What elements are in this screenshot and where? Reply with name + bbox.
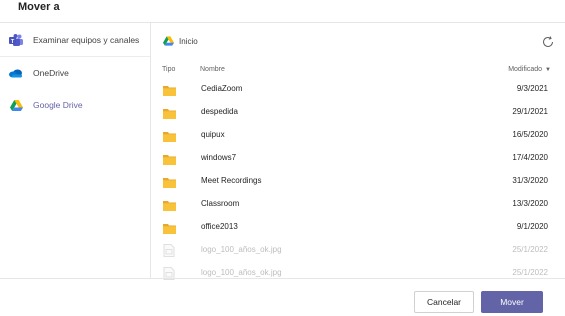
table-row[interactable]: windows7 17/4/2020: [152, 148, 565, 171]
column-header-modificado[interactable]: Modificado ▼: [508, 66, 551, 73]
column-header-tipo: Tipo: [162, 66, 176, 73]
folder-icon: [163, 129, 177, 142]
row-modified: 13/3/2020: [512, 199, 548, 208]
row-name: windows7: [201, 153, 237, 162]
folder-icon: [163, 175, 177, 188]
row-name: Classroom: [201, 199, 240, 208]
row-name: CediaZoom: [201, 84, 243, 93]
row-modified: 31/3/2020: [512, 176, 548, 185]
sidebar-item-google-drive[interactable]: Google Drive: [0, 89, 150, 121]
table-row[interactable]: office2013 9/1/2020: [152, 217, 565, 240]
row-name: Meet Recordings: [201, 176, 262, 185]
onedrive-icon: [9, 66, 23, 80]
column-header-label: Modificado: [508, 66, 543, 73]
table-row: logo_100_años_ok.jpg 25/1/2022: [152, 263, 565, 286]
row-name: office2013: [201, 222, 238, 231]
folder-icon: [163, 198, 177, 211]
column-header-nombre[interactable]: Nombre: [200, 66, 225, 73]
table-row[interactable]: CediaZoom 9/3/2021: [152, 79, 565, 102]
row-modified: 9/1/2020: [516, 222, 548, 231]
row-modified: 25/1/2022: [512, 268, 548, 277]
folder-icon: [163, 106, 177, 119]
row-name: logo_100_años_ok.jpg: [201, 268, 282, 277]
sidebar-item-onedrive[interactable]: OneDrive: [0, 57, 150, 89]
google-drive-icon: [163, 36, 174, 47]
row-modified: 25/1/2022: [512, 245, 548, 254]
folder-icon: [163, 152, 177, 165]
table-row: logo_100_años_ok.jpg 25/1/2022: [152, 240, 565, 263]
sort-down-icon: ▼: [545, 66, 551, 73]
refresh-icon[interactable]: [541, 35, 555, 49]
breadcrumb-label: Inicio: [179, 37, 198, 46]
folder-icon: [163, 83, 177, 96]
image-file-icon: [163, 244, 177, 257]
row-modified: 29/1/2021: [512, 107, 548, 116]
move-button[interactable]: Mover: [481, 291, 543, 313]
sidebar-item-teams[interactable]: T Examinar equipos y canales: [0, 24, 150, 56]
sidebar-item-label: Examinar equipos y canales: [33, 35, 140, 45]
table-row[interactable]: quipux 16/5/2020: [152, 125, 565, 148]
breadcrumb[interactable]: Inicio: [163, 36, 198, 47]
move-to-dialog: Mover a T Examinar equipos y canales One…: [0, 0, 565, 316]
table-row[interactable]: Meet Recordings 31/3/2020: [152, 171, 565, 194]
cancel-button[interactable]: Cancelar: [414, 291, 474, 313]
row-name: logo_100_años_ok.jpg: [201, 245, 282, 254]
row-name: despedida: [201, 107, 238, 116]
file-browser: Inicio Tipo Nombre Modificado ▼ CediaZoo…: [152, 23, 565, 280]
sidebar-item-label: OneDrive: [33, 68, 69, 78]
folder-icon: [163, 221, 177, 234]
google-drive-icon: [9, 98, 23, 112]
teams-icon: T: [9, 33, 23, 47]
row-modified: 16/5/2020: [512, 130, 548, 139]
row-modified: 9/3/2021: [516, 84, 548, 93]
sidebar: T Examinar equipos y canales OneDrive Go…: [0, 23, 151, 278]
row-modified: 17/4/2020: [512, 153, 548, 162]
table-row[interactable]: Classroom 13/3/2020: [152, 194, 565, 217]
row-name: quipux: [201, 130, 225, 139]
table-row[interactable]: despedida 29/1/2021: [152, 102, 565, 125]
sidebar-item-label: Google Drive: [33, 100, 83, 110]
dialog-title: Mover a: [18, 1, 60, 13]
footer-divider: [0, 278, 565, 279]
